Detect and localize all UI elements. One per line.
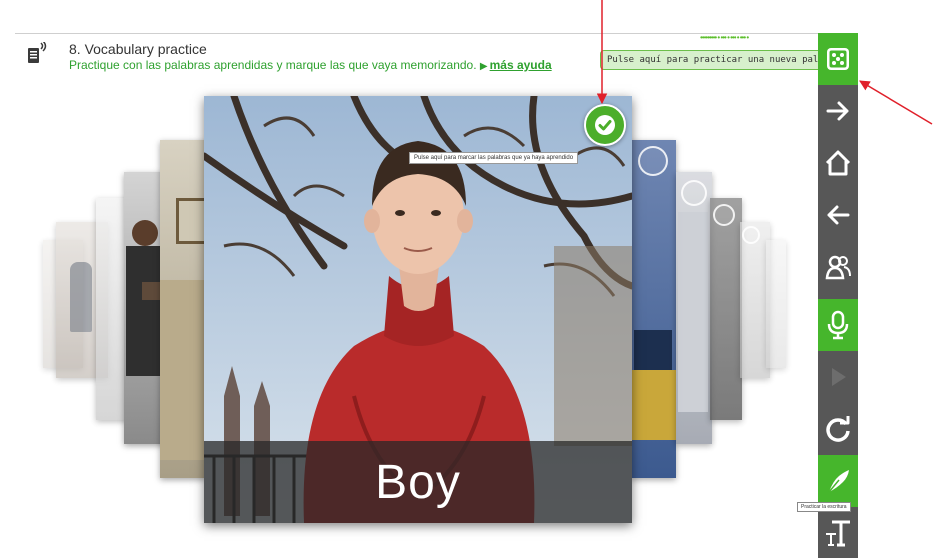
dice-icon — [827, 48, 849, 70]
home-icon — [825, 150, 851, 176]
check-icon — [595, 115, 615, 135]
card-right-3[interactable] — [710, 198, 742, 420]
right-toolbar — [818, 33, 858, 558]
home-button[interactable] — [818, 137, 858, 189]
play-button[interactable] — [818, 351, 858, 403]
word-caption: Boy — [375, 455, 461, 509]
play-icon — [832, 368, 846, 386]
card-right-1[interactable] — [630, 140, 676, 478]
help-arrow-icon: ▶ — [479, 61, 488, 72]
users-icon — [825, 255, 851, 280]
refresh-icon — [826, 416, 850, 442]
mark-learned-tooltip: Pulse aquí para marcar las palabras que … — [409, 152, 579, 164]
page-title: 8. Vocabulary practice — [69, 41, 207, 57]
writing-practice-button[interactable] — [818, 455, 858, 507]
quill-icon — [828, 470, 849, 493]
microphone-icon — [827, 310, 849, 340]
audio-book-icon[interactable] — [26, 40, 50, 66]
mark-learned-button[interactable] — [584, 104, 626, 146]
next-button[interactable] — [818, 85, 858, 137]
new-word-button[interactable] — [818, 33, 858, 85]
instructions-text: Practique con las palabras aprendidas y … — [69, 58, 552, 72]
writing-tooltip: Practicar la escritura — [797, 502, 851, 512]
text-size-button[interactable] — [818, 507, 858, 559]
card-left-1[interactable] — [160, 140, 206, 478]
progress-dots: ••••••••• • ••• • ••• • ••• • — [700, 33, 749, 42]
card-right-4-check-circle[interactable] — [742, 226, 760, 244]
previous-button[interactable] — [818, 189, 858, 241]
arrow-right-icon — [826, 101, 849, 121]
repeat-button[interactable] — [818, 403, 858, 455]
word-caption-band: Boy — [204, 441, 632, 523]
card-right-5[interactable] — [766, 240, 786, 368]
instructions-body: Practique con las palabras aprendidas y … — [69, 58, 477, 72]
record-button[interactable] — [818, 299, 858, 351]
arrow-left-icon — [827, 205, 850, 225]
card-right-1-check-circle[interactable] — [638, 146, 668, 176]
users-button[interactable] — [818, 241, 858, 293]
card-right-3-check-circle[interactable] — [713, 204, 735, 226]
new-word-tooltip: Pulse aquí para practicar una nueva pala… — [600, 50, 853, 70]
help-link[interactable]: más ayuda — [490, 58, 552, 72]
text-size-icon — [826, 520, 850, 547]
annotation-arrow-right — [859, 80, 933, 125]
card-right-2[interactable] — [676, 172, 712, 444]
card-right-2-check-circle[interactable] — [681, 180, 707, 206]
